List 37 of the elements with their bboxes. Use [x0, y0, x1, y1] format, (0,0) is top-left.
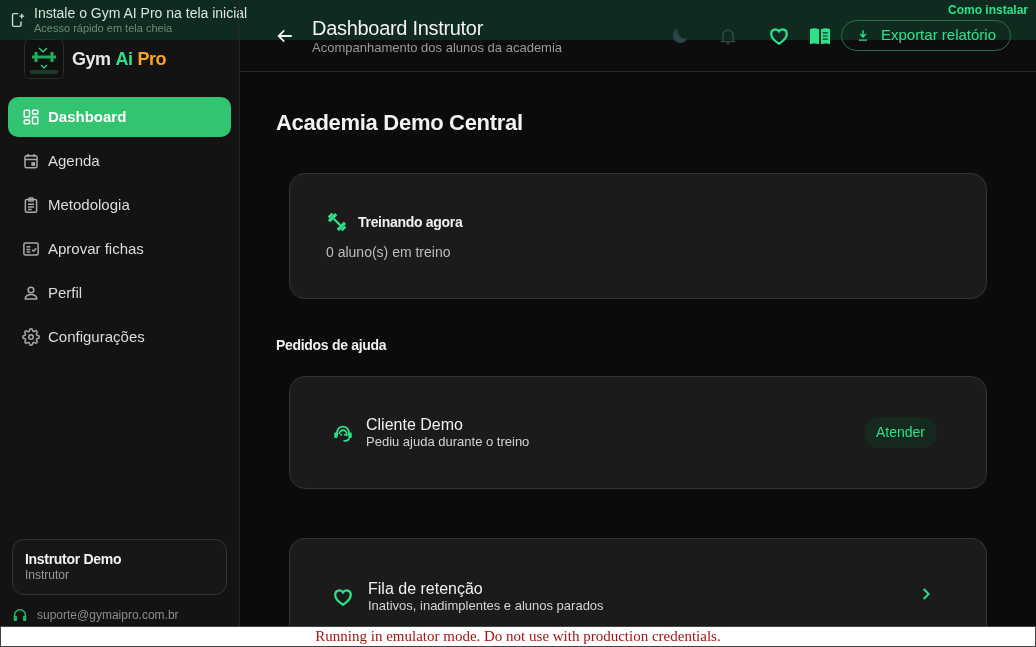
client-name: Cliente Demo [366, 415, 464, 434]
nav-item[interactable]: Configurações [8, 317, 231, 357]
section-title: Pedidos de ajuda [276, 336, 388, 354]
dumbbell-icon [326, 211, 348, 233]
app-name-word: Gym [72, 47, 111, 71]
app-name-word: Pro [137, 47, 167, 71]
page-subtitle: Acompanhamento dos alunos da academia [312, 39, 563, 56]
banner-title: Instale o Gym AI Pro na tela inicial [34, 5, 248, 22]
nav-item[interactable]: Agenda [8, 141, 231, 181]
nav-item[interactable]: Metodologia [8, 185, 231, 225]
dashboard-icon [22, 108, 40, 126]
settings-icon [22, 328, 40, 346]
retention-description: Inativos, inadimplentes e alunos parados [368, 598, 604, 614]
user-role: Instrutor [25, 568, 70, 583]
checklist-icon [22, 240, 40, 258]
retention-title: Fila de retenção [368, 579, 484, 598]
retention-card[interactable]: Fila de retenção Inativos, inadimplentes e alunos parados [289, 538, 987, 627]
calendar-icon [22, 152, 40, 170]
support-email-link[interactable]: suporte@gymaipro.com.br [37, 607, 179, 623]
emulator-notice: Running in emulator mode. Do not use with production credentials. [315, 628, 721, 645]
training-title: Treinando agora [358, 213, 463, 231]
app-logo-icon [24, 39, 64, 79]
attend-button[interactable]: Atender [863, 417, 937, 448]
how-to-install-link[interactable]: Como instalar [948, 3, 1028, 17]
banner-subtitle: Acesso rápido em tela cheia [34, 22, 174, 35]
person-icon [22, 284, 40, 302]
app-name-word: Ai [115, 47, 133, 71]
install-icon [9, 11, 26, 29]
academy-title: Academia Demo Central [276, 110, 524, 136]
nav-item[interactable]: Perfil [8, 273, 231, 313]
nav-item[interactable]: Aprovar fichas [8, 229, 231, 269]
headset-icon [12, 607, 28, 623]
request-description: Pediu ajuda durante o treino [366, 434, 531, 450]
page-title: Dashboard Instrutor [312, 15, 485, 40]
clipboard-icon [22, 196, 40, 214]
training-count: 0 aluno(s) em treino [326, 243, 452, 261]
user-name: Instrutor Demo [25, 551, 123, 568]
